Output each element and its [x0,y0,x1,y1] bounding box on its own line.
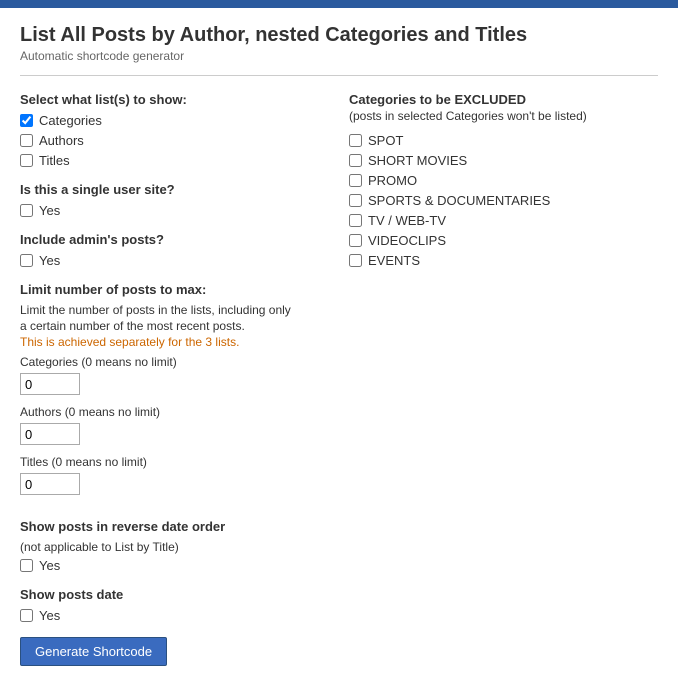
limit-label: Limit number of posts to max: [20,282,329,297]
exclude-category-checkbox[interactable] [349,254,362,267]
exclude-category-checkbox[interactable] [349,194,362,207]
include-admin-yes-label: Yes [39,253,60,268]
exclude-category-checkbox[interactable] [349,154,362,167]
reverse-order-section: Show posts in reverse date order (not ap… [20,519,329,573]
authors-limit-label: Authors (0 means no limit) [20,405,329,419]
list-option-authors: Authors [20,133,329,148]
titles-limit-input[interactable] [20,473,80,495]
categories-limit-wrap [20,373,80,395]
limit-info-2: a certain number of the most recent post… [20,319,329,333]
exclude-subheader: (posts in selected Categories won't be l… [349,109,658,123]
generate-section: Generate Shortcode [20,637,329,666]
list-option-categories: Categories [20,113,329,128]
left-column: Select what list(s) to show: Categories … [20,92,329,666]
titles-checkbox[interactable] [20,154,33,167]
categories-checkbox[interactable] [20,114,33,127]
select-list-label: Select what list(s) to show: [20,92,329,107]
include-admin-section: Include admin's posts? Yes [20,232,329,268]
exclude-category-row: SPOT [349,133,658,148]
limit-section: Limit number of posts to max: Limit the … [20,282,329,505]
exclude-category-row: TV / WEB-TV [349,213,658,228]
authors-limit-wrap [20,423,80,445]
divider [20,75,658,76]
reverse-order-sub: (not applicable to List by Title) [20,540,329,554]
authors-label: Authors [39,133,84,148]
single-user-yes-row: Yes [20,203,329,218]
exclude-category-checkbox[interactable] [349,214,362,227]
exclude-category-label: SPORTS & DOCUMENTARIES [368,193,550,208]
exclude-category-row: EVENTS [349,253,658,268]
show-date-label: Show posts date [20,587,329,602]
limit-info-3: This is achieved separately for the 3 li… [20,335,329,349]
reverse-order-checkbox[interactable] [20,559,33,572]
titles-limit-label: Titles (0 means no limit) [20,455,329,469]
exclude-category-label: SHORT MOVIES [368,153,467,168]
include-admin-label: Include admin's posts? [20,232,329,247]
exclude-category-row: PROMO [349,173,658,188]
select-list-section: Select what list(s) to show: Categories … [20,92,329,168]
exclude-category-label: SPOT [368,133,403,148]
exclude-category-row: SPORTS & DOCUMENTARIES [349,193,658,208]
reverse-order-yes-row: Yes [20,558,329,573]
exclude-category-checkbox[interactable] [349,174,362,187]
exclude-category-label: EVENTS [368,253,420,268]
exclude-category-label: VIDEOCLIPS [368,233,446,248]
authors-checkbox[interactable] [20,134,33,147]
reverse-order-yes-label: Yes [39,558,60,573]
exclude-category-label: PROMO [368,173,417,188]
single-user-label: Is this a single user site? [20,182,329,197]
exclude-category-checkbox[interactable] [349,234,362,247]
exclude-category-row: VIDEOCLIPS [349,233,658,248]
categories-label: Categories [39,113,102,128]
categories-limit-label: Categories (0 means no limit) [20,355,329,369]
titles-limit-wrap [20,473,80,495]
exclude-categories-list: SPOT SHORT MOVIES PROMO SPORTS & DOCUMENTAR… [349,133,658,268]
right-column: Categories to be EXCLUDED (posts in sele… [349,92,658,666]
include-admin-yes-row: Yes [20,253,329,268]
single-user-section: Is this a single user site? Yes [20,182,329,218]
include-admin-checkbox[interactable] [20,254,33,267]
limit-info-1: Limit the number of posts in the lists, … [20,303,329,317]
show-date-section: Show posts date Yes [20,587,329,623]
titles-label: Titles [39,153,70,168]
show-date-yes-label: Yes [39,608,60,623]
single-user-yes-label: Yes [39,203,60,218]
show-date-checkbox[interactable] [20,609,33,622]
exclude-category-label: TV / WEB-TV [368,213,446,228]
list-option-titles: Titles [20,153,329,168]
exclude-category-row: SHORT MOVIES [349,153,658,168]
authors-limit-input[interactable] [20,423,80,445]
exclude-category-checkbox[interactable] [349,134,362,147]
categories-limit-input[interactable] [20,373,80,395]
single-user-checkbox[interactable] [20,204,33,217]
page-title: List All Posts by Author, nested Categor… [20,24,658,47]
reverse-order-label: Show posts in reverse date order [20,519,329,534]
exclude-header: Categories to be EXCLUDED [349,92,658,107]
page-subtitle: Automatic shortcode generator [20,49,658,63]
show-date-yes-row: Yes [20,608,329,623]
generate-shortcode-button[interactable]: Generate Shortcode [20,637,167,666]
top-bar [0,0,678,8]
